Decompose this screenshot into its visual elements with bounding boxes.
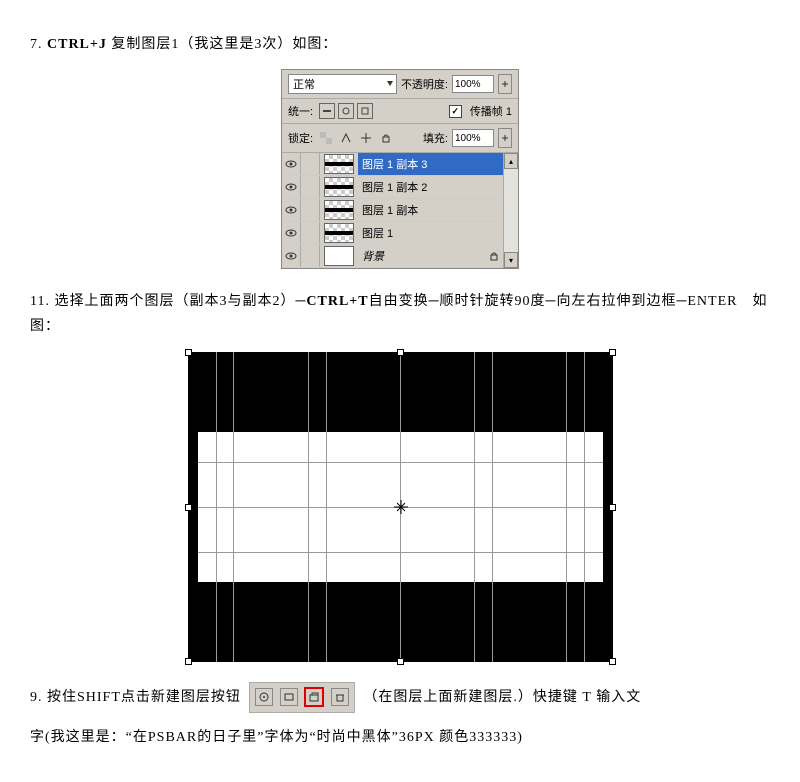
- transform-box: [188, 352, 613, 662]
- link-cell[interactable]: [301, 199, 320, 221]
- lock-position-icon[interactable]: [357, 129, 375, 147]
- layer-row-copy3[interactable]: 图层 1 副本 3: [282, 153, 503, 176]
- fill-stepper-icon[interactable]: [498, 128, 512, 148]
- unify-icon-group: [319, 103, 373, 119]
- step-7-text: 7. CTRL+J 复制图层1（我这里是3次）如图：: [30, 32, 770, 57]
- fx-icon[interactable]: [255, 688, 273, 706]
- layers-panel-row-unify: 统一: ✓ 传播帧 1: [282, 99, 518, 124]
- layer-panel-button-strip: [249, 682, 355, 713]
- mask-icon[interactable]: [280, 688, 298, 706]
- layer-name: 图层 1: [358, 222, 503, 244]
- lock-all-icon[interactable]: [377, 129, 395, 147]
- fill-input[interactable]: [452, 129, 494, 147]
- new-layer-icon[interactable]: [304, 687, 324, 707]
- step-11-text: 11. 选择上面两个图层（副本3与副本2）─CTRL+T自由变换─顺时针旋转90…: [30, 289, 770, 339]
- layer-row-copy2[interactable]: 图层 1 副本 2: [282, 176, 503, 199]
- gridline-h: [198, 462, 603, 463]
- transform-handle[interactable]: [397, 349, 404, 356]
- opacity-input[interactable]: [452, 75, 494, 93]
- last-line-text: 字(我这里是：“在PSBAR的日子里”字体为“时尚中黑体”36PX 颜色3333…: [30, 725, 770, 750]
- layers-panel: 正常 不透明度: 统一: ✓ 传播帧 1 锁定: 填充:: [281, 69, 519, 269]
- transform-handle[interactable]: [609, 349, 616, 356]
- unify-visibility-icon[interactable]: [338, 103, 354, 119]
- eye-icon[interactable]: [282, 222, 301, 244]
- layer-thumb: [324, 200, 354, 220]
- step7-rest: 复制图层1（我这里是3次）如图：: [107, 37, 338, 52]
- transform-handle[interactable]: [185, 658, 192, 665]
- transform-handle[interactable]: [609, 658, 616, 665]
- link-cell[interactable]: [301, 153, 320, 175]
- transform-anchor-icon: [394, 500, 408, 514]
- step7-prefix: 7.: [30, 37, 47, 52]
- layer-row-background[interactable]: 背景: [282, 245, 503, 268]
- fill-label: 填充:: [423, 130, 448, 146]
- step11-prefix: 11. 选择上面两个图层（副本3与副本2）─: [30, 294, 306, 309]
- layer-name: 图层 1 副本 3: [358, 153, 503, 175]
- eye-icon[interactable]: [282, 245, 301, 267]
- layer-row-copy[interactable]: 图层 1 副本: [282, 199, 503, 222]
- eye-icon[interactable]: [282, 199, 301, 221]
- scroll-track[interactable]: [504, 169, 518, 252]
- unify-style-icon[interactable]: [357, 103, 373, 119]
- lock-icon: [489, 251, 499, 261]
- lock-label: 锁定:: [288, 130, 313, 146]
- layer-list: 图层 1 副本 3 图层 1 副本 2 图层 1 副本 图层 1: [282, 153, 518, 268]
- layers-panel-row-blend: 正常 不透明度:: [282, 70, 518, 99]
- layer-thumb: [324, 177, 354, 197]
- link-cell[interactable]: [301, 222, 320, 244]
- gridline-h: [198, 552, 603, 553]
- unify-position-icon[interactable]: [319, 103, 335, 119]
- layer-row-1[interactable]: 图层 1: [282, 222, 503, 245]
- layer-scrollbar[interactable]: ▴ ▾: [503, 153, 518, 268]
- lock-pixels-icon[interactable]: [337, 129, 355, 147]
- step-9-text: 9. 按住SHIFT点击新建图层按钮 （在图层上面新建图层.）快捷键 T 输入文: [30, 682, 770, 713]
- step11-hotkey: CTRL+T: [306, 294, 368, 309]
- scroll-up-icon[interactable]: ▴: [504, 153, 518, 169]
- step9-prefix: 9. 按住SHIFT点击新建图层按钮: [30, 689, 245, 704]
- link-cell[interactable]: [301, 176, 320, 198]
- eye-icon[interactable]: [282, 176, 301, 198]
- unify-label: 统一:: [288, 103, 313, 119]
- trash-icon[interactable]: [331, 688, 349, 706]
- transform-handle[interactable]: [185, 349, 192, 356]
- lock-transparency-icon[interactable]: [317, 129, 335, 147]
- blend-mode-value: 正常: [293, 76, 315, 92]
- step9-after: （在图层上面新建图层.）快捷键 T 输入文: [363, 689, 641, 704]
- layer-name: 图层 1 副本 2: [358, 176, 503, 198]
- propagate-label: 传播帧 1: [470, 103, 512, 119]
- lock-icon-group: [317, 129, 395, 147]
- propagate-checkbox[interactable]: ✓: [449, 105, 462, 118]
- opacity-label: 不透明度:: [401, 76, 448, 92]
- layer-thumb: [324, 154, 354, 174]
- transform-handle[interactable]: [185, 504, 192, 511]
- transform-handle[interactable]: [397, 658, 404, 665]
- step7-hotkey: CTRL+J: [47, 37, 107, 52]
- link-cell[interactable]: [301, 245, 320, 267]
- layer-thumb: [324, 246, 354, 266]
- layer-name: 图层 1 副本: [358, 199, 503, 221]
- canvas-figure: [188, 352, 613, 662]
- eye-icon[interactable]: [282, 153, 301, 175]
- blend-mode-select[interactable]: 正常: [288, 74, 397, 94]
- layers-panel-row-lock: 锁定: 填充:: [282, 124, 518, 153]
- layer-thumb: [324, 223, 354, 243]
- transform-handle[interactable]: [609, 504, 616, 511]
- scroll-down-icon[interactable]: ▾: [504, 252, 518, 268]
- opacity-stepper-icon[interactable]: [498, 74, 512, 94]
- layer-name: 背景: [358, 245, 489, 267]
